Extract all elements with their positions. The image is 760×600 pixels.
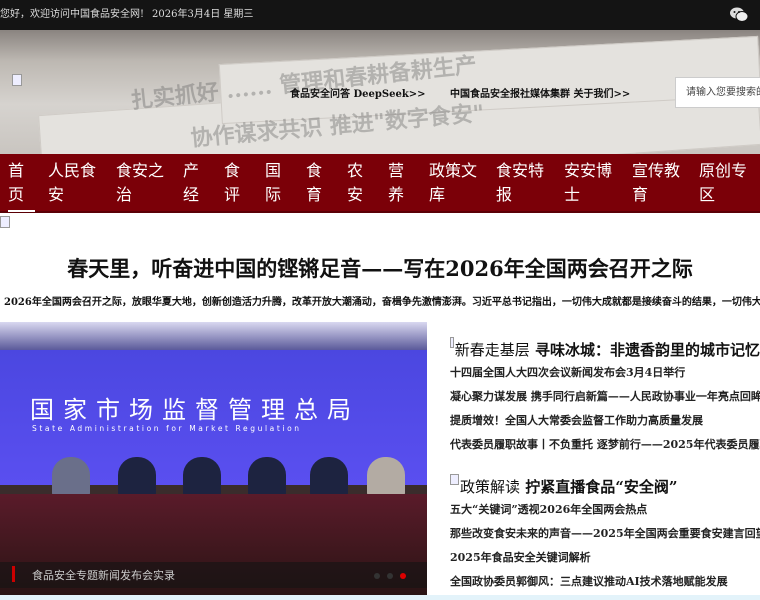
about-us-link[interactable]: 中国食品安全报社媒体集群 关于我们>> [450,85,630,100]
caption-accent-bar [12,566,15,582]
news-item[interactable]: 代表委员履职故事丨不负重托 逐梦前行——2025年代表委员履职故事 [450,433,760,457]
section-title: 拧紧直播食品“安全阀” [525,477,678,496]
date-text: 2026年3月4日 星期三 [152,9,254,20]
headline-summary: 2026年全国两会召开之际，放眼华夏大地，创新创造活力升腾，改革开放大潮涌动，奋… [4,297,760,308]
welcome-text: 您好，欢迎访问中国食品安全网! [0,9,145,20]
search-input[interactable]: 请输入您要搜索的 [675,77,760,108]
broken-image-icon [450,337,454,348]
main-nav: 首页 人民食安 食安之治 产经 食评 国际 食育 农安 营养 政策文库 食安特报… [0,154,760,213]
ceiling [0,322,427,350]
headline-title[interactable]: 春天里，听奋进中国的铿锵足音——写在2026年全国两会召开之际 [0,253,760,283]
nav-item-home[interactable]: 首页 [8,159,35,212]
news-sections: 新春走基层 寻味冰城：非遗香韵里的城市记忆 十四届全国人大四次会议新闻发布会3月… [450,337,760,594]
agency-name-en: State Administration for Market Regulati… [32,424,302,433]
person [367,457,405,497]
person [183,457,221,497]
news-item[interactable]: 全国政协委员郭御风：三点建议推动AI技术落地赋能发展 [450,570,760,594]
nav-item-dr-anan[interactable]: 安安博士 [564,159,614,207]
nav-item-education[interactable]: 食育 [306,159,324,207]
section-heading[interactable]: 政策解读 拧紧直播食品“安全阀” [450,474,760,498]
nav-item-commentary[interactable]: 食评 [224,159,242,207]
banner: 扎实抓好 ...... 管理和春耕备耕生产 协作谋求共识 推进"数字食安" 食品… [0,30,760,154]
section-title: 寻味冰城：非遗香韵里的城市记忆 [534,340,760,359]
section-tag: 政策解读 [460,477,521,496]
nav-item-original[interactable]: 原创专区 [699,159,749,207]
news-item[interactable]: 2025年食品安全关键词解析 [450,546,760,570]
nav-item-publicity[interactable]: 宣传教育 [632,159,682,207]
broken-image-icon [12,74,22,86]
broken-image-icon [450,474,459,485]
person [310,457,348,497]
news-item[interactable]: 那些改变食安未来的声音——2025年全国两会重要食安建言回望 [450,522,760,546]
deepseek-link[interactable]: 食品安全问答 DeepSeek>> [290,85,426,100]
nav-item-governance[interactable]: 食安之治 [116,159,166,207]
agency-name-cn: 国家市场监督管理总局 [30,396,360,424]
bottom-strip [0,595,760,600]
wechat-icon[interactable] [730,7,748,22]
nav-item-industry[interactable]: 产经 [183,159,201,207]
person [118,457,156,497]
top-bar: 您好，欢迎访问中国食品安全网! 2026年3月4日 星期三 [0,0,760,30]
news-slider[interactable]: 国家市场监督管理总局 State Administration for Mark… [0,322,427,595]
nav-item-agriculture[interactable]: 农安 [347,159,365,207]
news-item[interactable]: 五大“关键词”透视2026年全国两会热点 [450,498,760,522]
slide-dot[interactable] [387,573,393,579]
slide-dot[interactable] [374,573,380,579]
caption-text[interactable]: 食品安全专题新闻发布会实录 [32,567,175,583]
nav-item-special-report[interactable]: 食安特报 [496,159,546,207]
person [52,457,90,497]
news-item[interactable]: 十四届全国人大四次会议新闻发布会3月4日举行 [450,361,760,385]
nav-item-international[interactable]: 国际 [265,159,283,207]
news-item[interactable]: 提质增效！全国人大常委会监督工作助力高质量发展 [450,409,760,433]
slider-caption: 食品安全专题新闻发布会实录 [0,562,427,588]
news-item[interactable]: 凝心聚力谋发展 携手同行启新篇——人民政协事业一年亮点回眸 [450,385,760,409]
nav-item-people-food-safety[interactable]: 人民食安 [48,159,98,207]
section-heading[interactable]: 新春走基层 寻味冰城：非遗香韵里的城市记忆 [450,337,760,361]
broken-image-icon [0,216,10,228]
nav-item-nutrition[interactable]: 营养 [388,159,406,207]
section-tag: 新春走基层 [454,340,530,359]
nav-item-policy[interactable]: 政策文库 [429,159,479,207]
slide-dot-active[interactable] [400,573,406,579]
person [248,457,286,497]
